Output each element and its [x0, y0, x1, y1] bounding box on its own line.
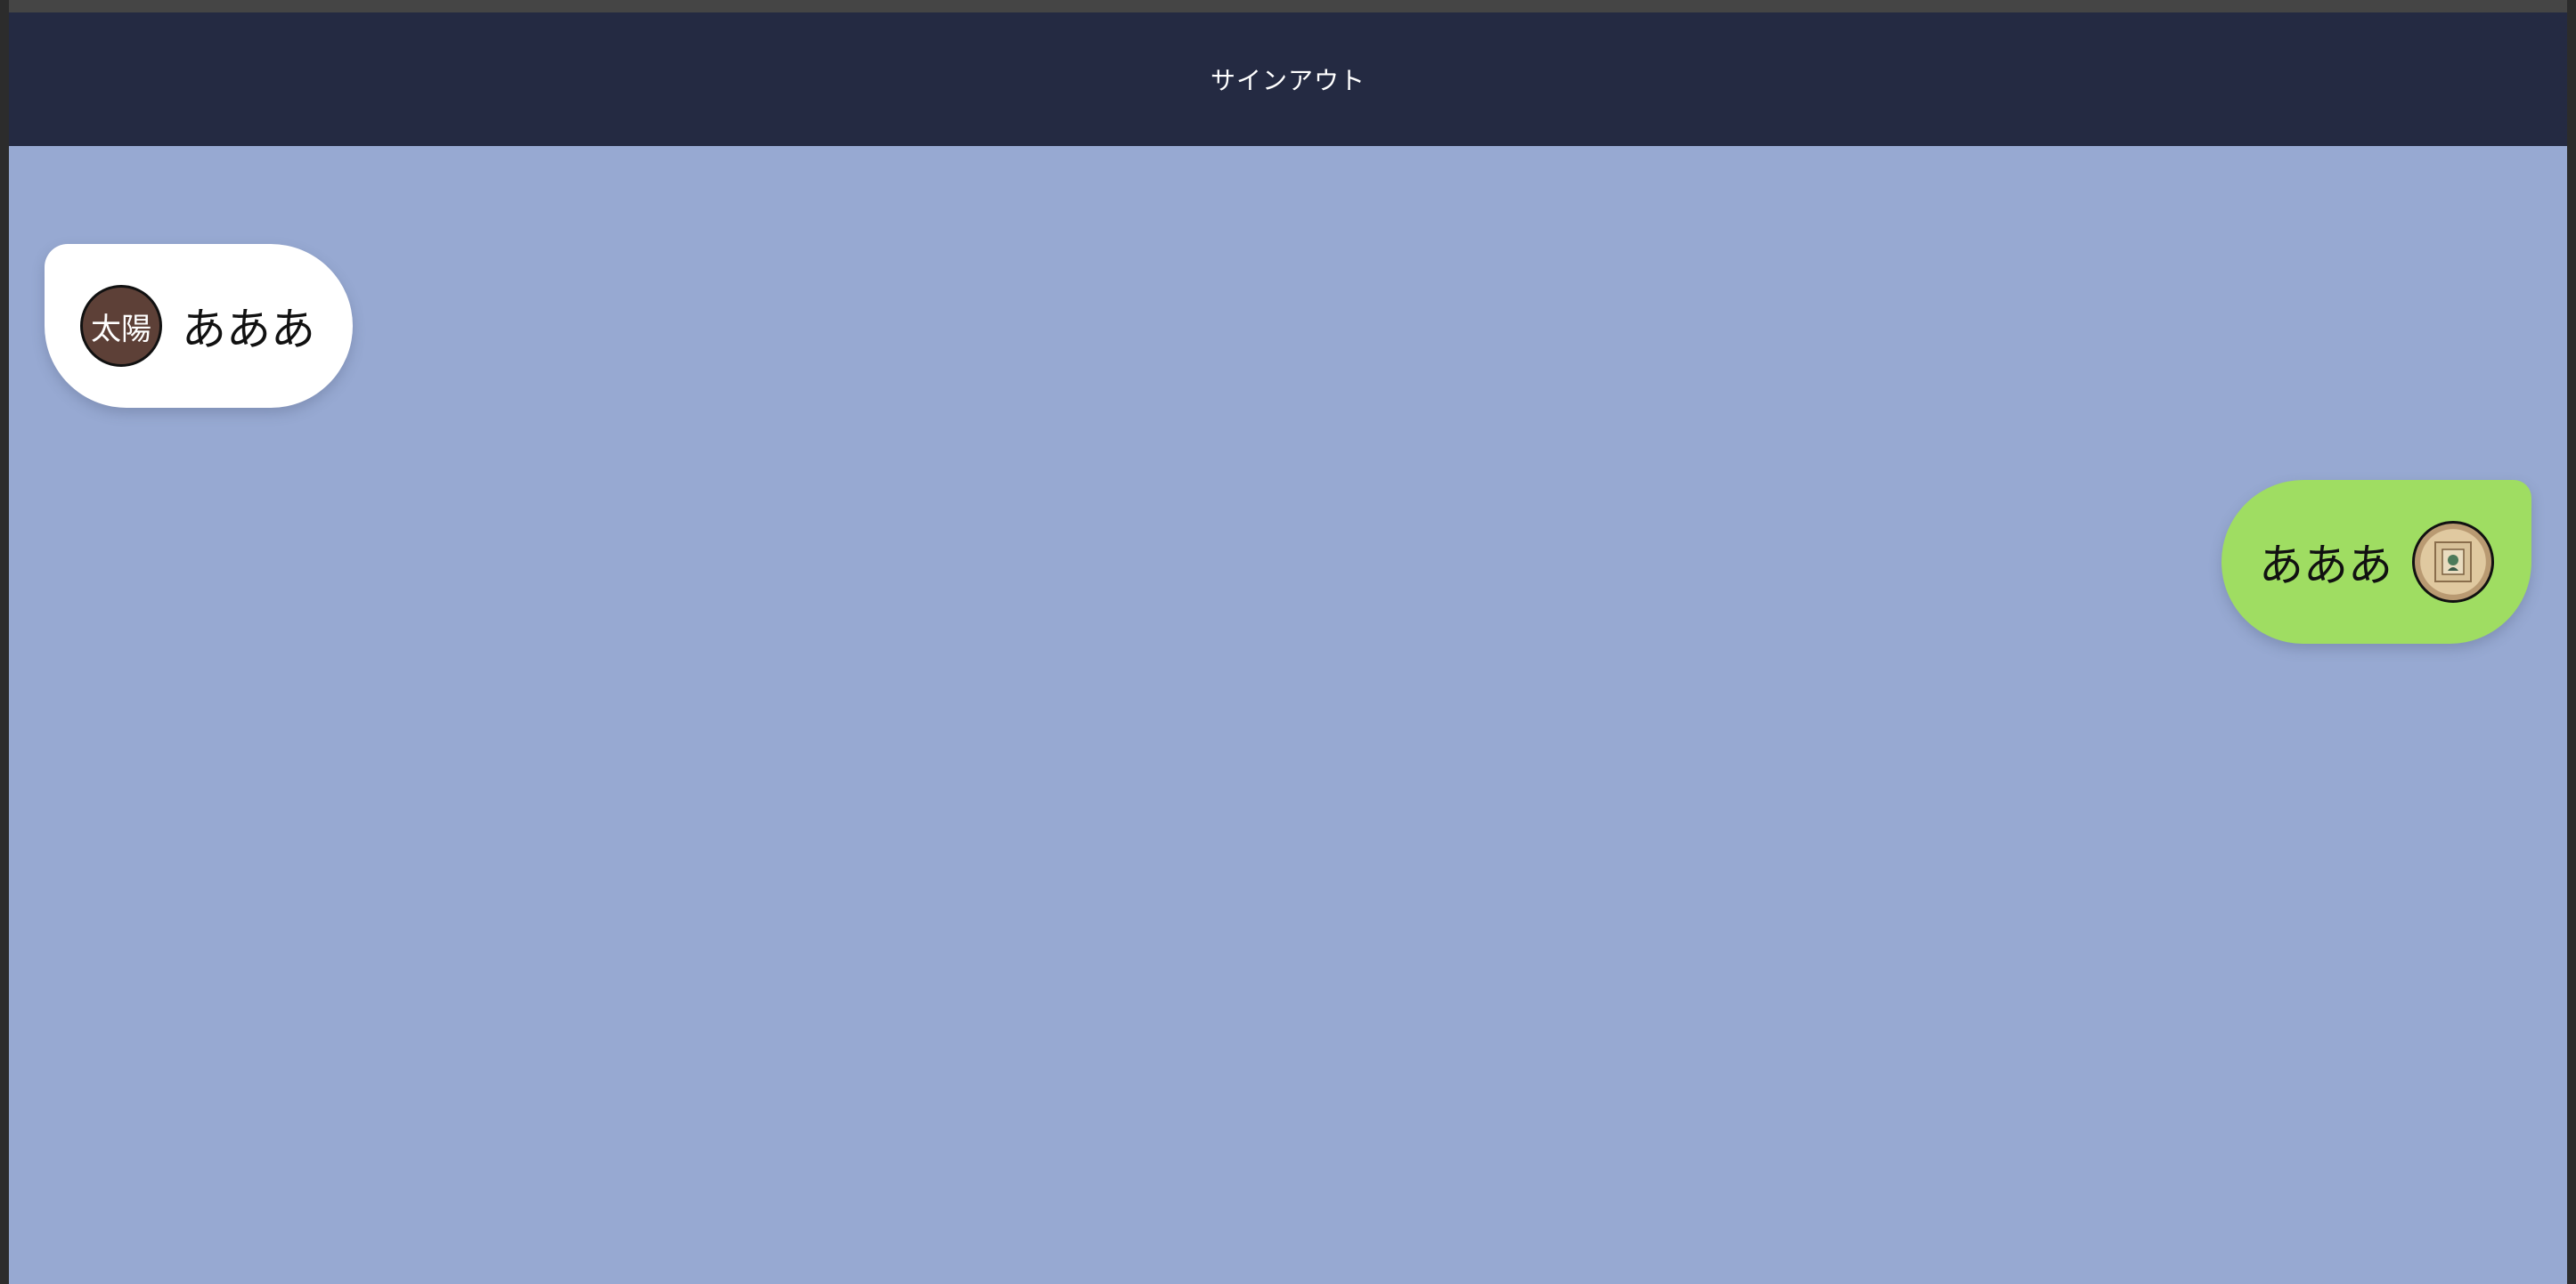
message-text: あああ — [2259, 540, 2393, 591]
message-bubble-outgoing: あああ — [2221, 480, 2531, 644]
avatar-initials: 太陽 — [91, 311, 151, 347]
window-top-edge — [0, 0, 2576, 12]
chat-window: サインアウト 太陽 あああ あああ — [9, 12, 2567, 1284]
message-bubble-incoming: 太陽 あああ — [45, 244, 353, 408]
window-right-edge — [2567, 0, 2576, 1284]
window-left-edge — [0, 0, 9, 1284]
app-header: サインアウト — [9, 12, 2567, 146]
user-photo-avatar-icon — [2412, 521, 2494, 603]
avatar: 太陽 — [80, 285, 162, 367]
message-text: あああ — [182, 304, 315, 355]
signout-button[interactable]: サインアウト — [1193, 53, 1383, 106]
photo-icon — [2434, 541, 2472, 582]
